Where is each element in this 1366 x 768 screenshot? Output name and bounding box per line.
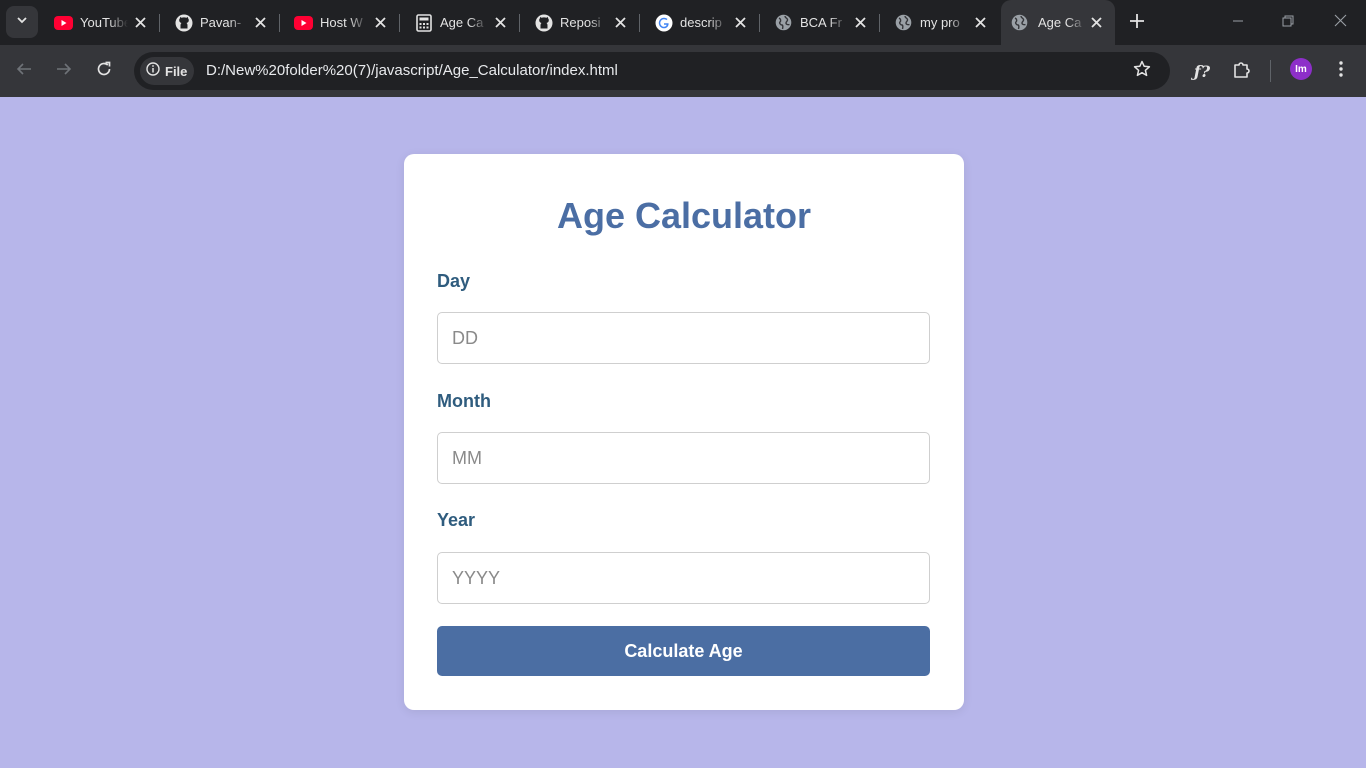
close-icon[interactable] bbox=[1089, 15, 1103, 29]
github-icon bbox=[174, 13, 193, 32]
tab-youtube-host[interactable]: Host W bbox=[280, 0, 400, 45]
day-label: Day bbox=[437, 271, 471, 291]
restore-button[interactable] bbox=[1262, 0, 1314, 45]
reload-button[interactable] bbox=[90, 57, 118, 85]
tab-title: BCA Fr bbox=[800, 15, 842, 30]
file-chip-label: File bbox=[165, 63, 188, 79]
browser-toolbar: File D:/New%20folder%20(7)/javascript/Ag… bbox=[0, 45, 1366, 97]
plus-icon bbox=[1130, 13, 1144, 33]
day-input[interactable] bbox=[437, 312, 930, 364]
toolbar-separator bbox=[1270, 60, 1271, 82]
globe-icon bbox=[894, 13, 913, 32]
star-icon bbox=[1133, 60, 1151, 83]
bookmark-button[interactable] bbox=[1132, 60, 1152, 83]
extensions-button[interactable] bbox=[1229, 58, 1255, 84]
function-icon: ƒ? bbox=[1193, 61, 1211, 81]
browser-menu-button[interactable] bbox=[1328, 58, 1354, 84]
tab-strip: YouTube Pavan- Host W Age Ca Reposi desc… bbox=[0, 0, 1366, 45]
tab-search-button[interactable] bbox=[6, 6, 38, 38]
globe-icon bbox=[774, 13, 793, 32]
back-button[interactable] bbox=[10, 57, 38, 85]
site-info-chip[interactable]: File bbox=[140, 57, 194, 85]
url-text[interactable]: D:/New%20folder%20(7)/javascript/Age_Cal… bbox=[206, 62, 618, 80]
tab-title: YouTube bbox=[80, 15, 128, 30]
tab-bca[interactable]: BCA Fr bbox=[760, 0, 880, 45]
calculator-icon bbox=[414, 13, 433, 32]
month-label: Month bbox=[437, 391, 491, 411]
year-input[interactable] bbox=[437, 552, 930, 604]
tab-title: Host W bbox=[320, 15, 363, 30]
globe-icon bbox=[1010, 13, 1029, 32]
close-icon bbox=[1334, 14, 1347, 32]
tab-title: Age Ca bbox=[440, 15, 484, 30]
year-label: Year bbox=[437, 510, 476, 530]
close-icon[interactable] bbox=[373, 15, 387, 29]
reload-icon bbox=[96, 61, 112, 82]
close-icon[interactable] bbox=[133, 15, 147, 29]
close-icon[interactable] bbox=[853, 15, 867, 29]
month-input[interactable] bbox=[437, 432, 930, 484]
tab-github-pavan[interactable]: Pavan- bbox=[160, 0, 280, 45]
restore-icon bbox=[1282, 14, 1294, 32]
arrow-left-icon bbox=[16, 61, 32, 82]
tab-title: my pro bbox=[920, 15, 960, 30]
close-icon[interactable] bbox=[733, 15, 747, 29]
tab-github-repositories[interactable]: Reposi bbox=[520, 0, 640, 45]
calculate-age-button[interactable]: Calculate Age bbox=[437, 626, 930, 676]
tab-title: Age Ca bbox=[1038, 15, 1082, 30]
chevron-down-icon bbox=[16, 13, 28, 31]
tab-youtube[interactable]: YouTube bbox=[40, 0, 160, 45]
address-bar[interactable]: File D:/New%20folder%20(7)/javascript/Ag… bbox=[134, 52, 1170, 90]
page-title: Age Calculator bbox=[556, 195, 812, 236]
google-icon bbox=[654, 13, 673, 32]
close-icon[interactable] bbox=[973, 15, 987, 29]
tab-age-calculator-sheet[interactable]: Age Ca bbox=[400, 0, 520, 45]
window-close-button[interactable] bbox=[1314, 0, 1366, 45]
tab-title: descrip bbox=[680, 15, 722, 30]
tab-age-calculator-active[interactable]: Age Ca bbox=[1001, 0, 1115, 45]
puzzle-icon bbox=[1232, 59, 1252, 84]
arrow-right-icon bbox=[56, 61, 72, 82]
tab-title: Reposi bbox=[560, 15, 601, 30]
more-vertical-icon bbox=[1338, 60, 1344, 83]
new-tab-button[interactable] bbox=[1126, 12, 1148, 34]
tab-google-search[interactable]: descrip bbox=[640, 0, 760, 45]
minimize-button[interactable] bbox=[1212, 0, 1264, 45]
close-icon[interactable] bbox=[253, 15, 267, 29]
youtube-icon bbox=[294, 13, 313, 32]
info-icon bbox=[146, 61, 160, 81]
close-icon[interactable] bbox=[613, 15, 627, 29]
minimize-icon bbox=[1232, 14, 1244, 32]
age-calculator-card: Age Calculator Day Month Year Calculate … bbox=[404, 154, 964, 710]
github-icon bbox=[534, 13, 553, 32]
formula-extension-button[interactable]: ƒ? bbox=[1189, 58, 1215, 84]
tab-title: Pavan- bbox=[200, 15, 242, 30]
profile-avatar[interactable]: Im bbox=[1290, 58, 1312, 80]
youtube-icon bbox=[54, 13, 73, 32]
forward-button[interactable] bbox=[50, 57, 78, 85]
tab-my-project[interactable]: my pro bbox=[880, 0, 1000, 45]
close-icon[interactable] bbox=[493, 15, 507, 29]
